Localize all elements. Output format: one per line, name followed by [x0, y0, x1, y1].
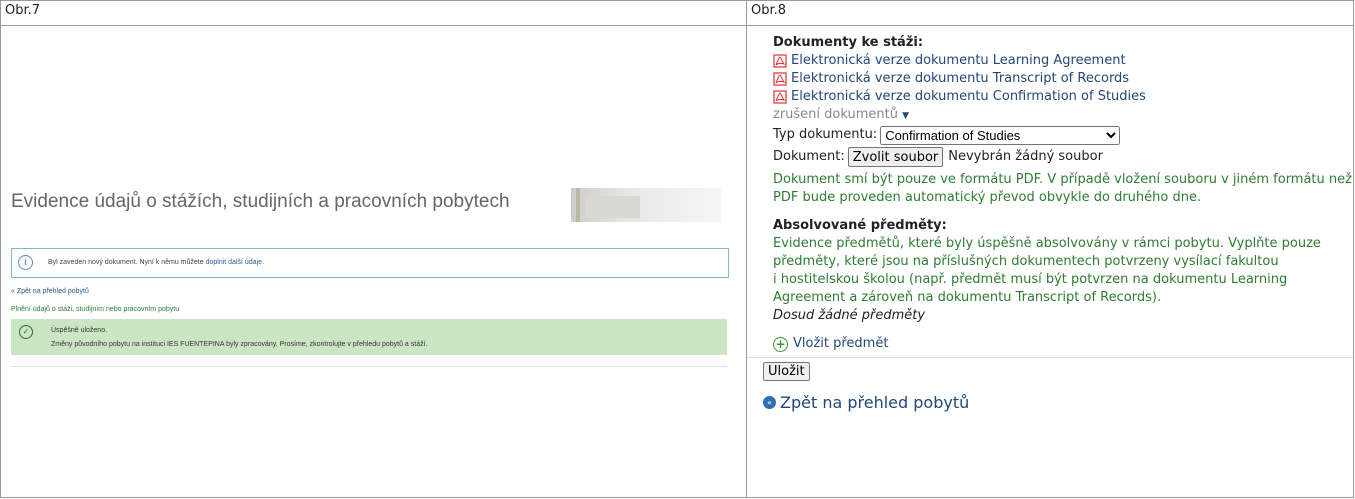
info-link[interactable]: doplnit další údaje.	[206, 259, 264, 266]
subjects-note: Evidence předmětů, které byly úspěšně ab…	[773, 236, 1321, 305]
save-button[interactable]: Uložit	[763, 362, 810, 381]
page-title: Evidence údajů o stážích, studijních a p…	[11, 191, 510, 212]
document-link[interactable]: Elektronická verze dokumentu Transcript …	[773, 70, 1353, 88]
subjects-title: Absolvované předměty:	[773, 218, 947, 233]
left-panel: Evidence údajů o stážích, studijních a p…	[0, 25, 747, 498]
document-type-row: Typ dokumentu: Confirmation of Studies	[773, 125, 1353, 145]
documents-title: Dokumenty ke stáži:	[773, 35, 924, 50]
screenshot-obr7: Evidence údajů o stážích, studijních a p…	[11, 26, 731, 367]
check-icon: ✓	[19, 325, 33, 339]
info-message: i Byl zaveden nový dokument. Nyní k němu…	[11, 248, 729, 278]
success-message: ✓ Úspěšně uloženo. Změny původního pobyt…	[11, 319, 727, 355]
pdf-icon	[773, 54, 787, 68]
add-subject-link[interactable]: + Vložit předmět	[773, 335, 1353, 353]
header-left: Obr.7	[0, 0, 747, 26]
comparison-table: Obr.7 Obr.8 Evidence údajů o stážích, st…	[0, 0, 1354, 498]
back-link[interactable]: « Zpět na přehled pobytů	[763, 393, 1353, 412]
info-text: Byl zaveden nový dokument. Nyní k němu m…	[48, 259, 204, 266]
plus-circle-icon: +	[773, 336, 788, 352]
success-title: Úspěšně uloženo.	[51, 327, 108, 334]
back-circle-icon: «	[11, 288, 15, 295]
hero-banner: Evidence údajů o stážích, studijních a p…	[11, 166, 731, 226]
document-link[interactable]: Elektronická verze dokumentu Confirmatio…	[773, 88, 1353, 106]
right-panel: Dokumenty ke stáži: Elektronická verze d…	[746, 25, 1354, 498]
banner-image	[571, 188, 721, 222]
pdf-icon	[773, 72, 787, 86]
no-subjects-text: Dosud žádné předměty	[773, 308, 926, 323]
document-file-row: Dokument: Zvolit soubor Nevybrán žádný s…	[773, 147, 1353, 167]
no-file-text: Nevybrán žádný soubor	[948, 149, 1103, 164]
type-label: Typ dokumentu:	[773, 127, 878, 142]
chevron-down-icon: ▼	[902, 111, 910, 121]
pdf-note: Dokument smí být pouze ve formátu PDF. V…	[773, 172, 1352, 205]
cancel-documents-toggle[interactable]: zrušení dokumentů ▼	[773, 106, 1353, 125]
document-link[interactable]: Elektronická verze dokumentu Learning Ag…	[773, 52, 1353, 70]
header-right: Obr.8	[746, 0, 1354, 26]
document-type-select[interactable]: Confirmation of Studies	[880, 125, 1121, 145]
back-link-small[interactable]: « Zpět na přehled pobytů	[11, 288, 89, 295]
doc-label: Dokument:	[773, 149, 845, 164]
documents-form: Dokumenty ke stáži: Elektronická verze d…	[747, 34, 1353, 353]
pdf-icon	[773, 90, 787, 104]
success-text: Změny původního pobytu na instituci IES …	[51, 341, 428, 348]
back-circle-icon: «	[763, 396, 776, 409]
info-icon: i	[18, 255, 33, 270]
divider	[11, 366, 727, 367]
subtitle-link[interactable]: Plnění údajů o stáži, studijním nebo pra…	[11, 306, 179, 313]
choose-file-button[interactable]: Zvolit soubor	[847, 147, 944, 167]
